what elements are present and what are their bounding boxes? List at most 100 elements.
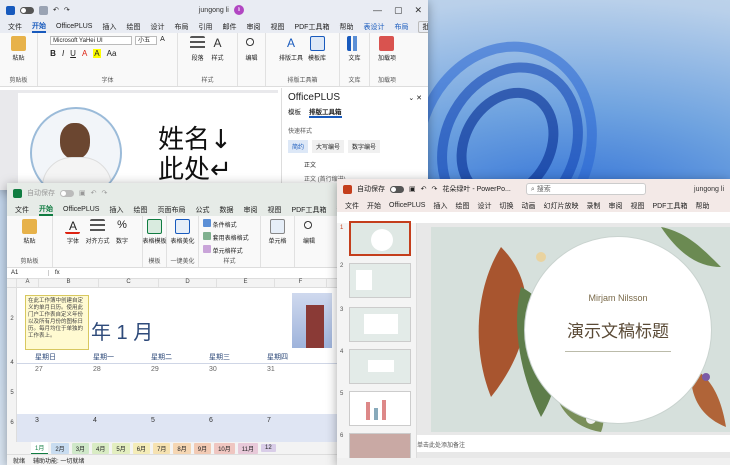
tab-help[interactable]: 帮助 <box>695 201 709 211</box>
chip-upper-number[interactable]: 大写编号 <box>312 140 345 153</box>
date-cell[interactable]: 28 <box>77 366 137 378</box>
sheet-tab[interactable]: 5月 <box>112 442 130 454</box>
tab-review[interactable]: 审阅 <box>243 205 257 215</box>
tab-file[interactable]: 文件 <box>15 205 29 215</box>
tab-review[interactable]: 审阅 <box>608 201 622 211</box>
paragraph-button[interactable]: 段落 <box>190 36 205 62</box>
addins-button[interactable]: 加载项 <box>378 36 396 62</box>
tab-home[interactable]: 开始 <box>39 204 53 216</box>
number-button[interactable]: % 数字 <box>115 219 130 245</box>
sheet-tab[interactable]: 7月 <box>153 442 171 454</box>
bold-icon[interactable]: B <box>50 49 56 58</box>
slide-thumb-selected[interactable] <box>349 221 411 256</box>
comment-button[interactable]: 批注 <box>418 20 428 33</box>
pane-item-body[interactable]: 正文 <box>288 160 422 169</box>
tab-view[interactable]: 视图 <box>270 22 284 32</box>
tab-file[interactable]: 文件 <box>8 22 22 32</box>
slide-title[interactable]: 演示文稿标题 <box>525 317 711 342</box>
sheet-tab[interactable]: 12 <box>261 444 276 452</box>
grow-font-icon[interactable]: A <box>160 36 165 45</box>
date-cell[interactable]: 27 <box>17 366 77 378</box>
tab-insert[interactable]: 插入 <box>102 22 116 32</box>
sheet-tab[interactable]: 9月 <box>193 442 212 454</box>
paste-button[interactable]: 粘贴 <box>11 36 26 62</box>
font-button[interactable]: A 字体 <box>65 219 81 245</box>
row-header[interactable]: 2 <box>7 316 17 322</box>
typeset-tool-button[interactable]: A 排版工具 <box>279 36 303 62</box>
column-header[interactable]: B <box>39 279 99 287</box>
template-lib-button[interactable]: 模板库 <box>308 36 326 62</box>
date-cell[interactable]: 7 <box>253 417 311 444</box>
cond-format-button[interactable]: 条件格式 <box>203 219 249 229</box>
worksheet-grid[interactable]: 2 4 5 6 在此工作簿中创建自定义的单月日历。使用此门户工作表自定义年份以及… <box>7 288 337 465</box>
font-size-select[interactable]: 小五 <box>135 36 158 45</box>
cells-button[interactable]: 单元格 <box>268 219 287 245</box>
chip-simple[interactable]: 简约 <box>288 140 309 153</box>
tab-transitions[interactable]: 切换 <box>499 201 513 211</box>
tab-table-layout[interactable]: 布局 <box>394 22 408 32</box>
slide-thumb[interactable] <box>349 391 411 426</box>
tab-view[interactable]: 视图 <box>267 205 281 215</box>
redo-icon[interactable]: ↷ <box>102 189 108 197</box>
sheet-tab[interactable]: 3月 <box>71 442 90 454</box>
pane-tab-typeset[interactable]: 排版工具箱 <box>309 106 342 118</box>
tab-animations[interactable]: 动画 <box>521 201 535 211</box>
current-slide[interactable]: Mirjam Nilsson 演示文稿标题 <box>431 227 730 432</box>
tab-review[interactable]: 审阅 <box>246 22 260 32</box>
search-box[interactable]: ⌕ 搜索 <box>525 183 646 195</box>
name-box[interactable]: A1 <box>11 270 49 276</box>
slide-subtitle[interactable]: Mirjam Nilsson <box>525 293 711 303</box>
save-icon[interactable]: ▣ <box>409 185 416 193</box>
autosave-toggle[interactable] <box>390 185 404 193</box>
slide-thumb[interactable] <box>349 349 411 384</box>
row-header[interactable]: 6 <box>7 420 17 426</box>
slide-thumb[interactable] <box>349 307 411 342</box>
date-cell[interactable]: 29 <box>137 366 195 378</box>
row-header[interactable]: 4 <box>7 360 17 366</box>
underline-icon[interactable]: U <box>70 49 76 58</box>
sheet-tab[interactable]: 11月 <box>237 442 259 454</box>
sheet-tab[interactable]: 6月 <box>132 442 151 454</box>
cell-style-button[interactable]: 单元格样式 <box>203 245 249 255</box>
undo-icon[interactable]: ↶ <box>421 185 427 193</box>
tab-home[interactable]: 开始 <box>32 21 46 33</box>
chip-number[interactable]: 数字编号 <box>348 140 381 153</box>
close-icon[interactable]: ✕ <box>414 5 422 16</box>
tab-pdf[interactable]: PDF工具箱 <box>291 205 326 215</box>
tab-insert[interactable]: 插入 <box>433 201 447 211</box>
column-header[interactable]: E <box>217 279 275 287</box>
font-color-icon[interactable]: A <box>82 49 87 58</box>
tab-draw[interactable]: 绘图 <box>133 205 147 215</box>
select-all-corner[interactable] <box>7 279 17 287</box>
date-cell[interactable]: 31 <box>253 366 311 378</box>
sheet-tab[interactable]: 8月 <box>173 442 191 454</box>
tab-view[interactable]: 视图 <box>630 201 644 211</box>
row-header[interactable]: 5 <box>7 390 17 396</box>
tab-design[interactable]: 设计 <box>150 22 164 32</box>
tab-formulas[interactable]: 公式 <box>195 205 209 215</box>
date-cell[interactable]: 4 <box>77 417 137 444</box>
tab-draw[interactable]: 绘图 <box>455 201 469 211</box>
document-page[interactable]: 姓名↓ 此处↵ <box>18 93 280 190</box>
table-format-button[interactable]: 套用表格格式 <box>203 232 249 242</box>
notes-pane[interactable]: 单击此处添加备注 <box>417 435 730 452</box>
clear-format-icon[interactable]: Aa <box>107 49 117 58</box>
tab-pdf[interactable]: PDF工具箱 <box>652 201 687 211</box>
tab-file[interactable]: 文件 <box>345 201 359 211</box>
tab-officeplus[interactable]: OfficePLUS <box>63 206 99 213</box>
avatar[interactable]: li <box>233 5 244 15</box>
sheet-tab[interactable]: 2月 <box>51 442 69 454</box>
date-cell[interactable]: 5 <box>137 417 195 444</box>
library-button[interactable]: 文库 <box>347 36 362 62</box>
column-header[interactable]: C <box>99 279 159 287</box>
date-cell[interactable]: 30 <box>195 366 253 378</box>
tab-slideshow[interactable]: 幻灯片放映 <box>543 201 578 211</box>
tab-design[interactable]: 设计 <box>477 201 491 211</box>
date-cell[interactable]: 6 <box>195 417 253 444</box>
tab-pdf[interactable]: PDF工具箱 <box>294 22 329 32</box>
tab-officeplus[interactable]: OfficePLUS <box>389 202 425 209</box>
undo-icon[interactable]: ↶ <box>53 6 59 14</box>
italic-icon[interactable]: I <box>62 49 64 58</box>
redo-icon[interactable]: ↷ <box>64 6 70 14</box>
save-icon[interactable]: ▣ <box>79 189 86 197</box>
